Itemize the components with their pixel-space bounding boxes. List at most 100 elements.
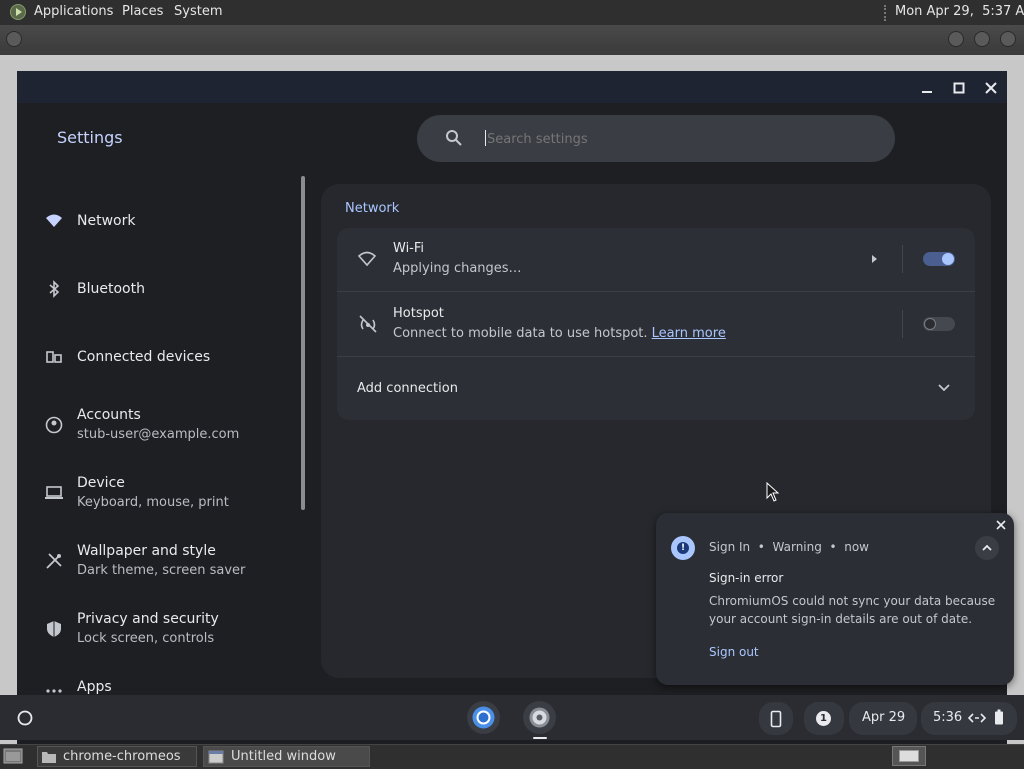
menu-places[interactable]: Places bbox=[122, 4, 163, 19]
taskbar-item-label: Untitled window bbox=[231, 749, 336, 764]
notification-collapse-button[interactable] bbox=[975, 536, 999, 560]
top-panel: Applications Places System Mon Apr 29, 5… bbox=[0, 0, 1024, 25]
page-title: Settings bbox=[57, 128, 123, 147]
add-connection-label: Add connection bbox=[357, 381, 458, 396]
bullet-separator: • bbox=[825, 540, 841, 554]
sidebar-item-apps[interactable]: Apps bbox=[35, 676, 295, 694]
hotspot-row[interactable] bbox=[337, 292, 897, 355]
sidebar-item-sublabel: Lock screen, controls bbox=[77, 631, 215, 646]
notification-close-icon[interactable] bbox=[995, 519, 1007, 531]
panel-separator bbox=[884, 5, 890, 21]
phone-hub-button[interactable] bbox=[759, 702, 793, 735]
sidebar-item-label: Accounts bbox=[77, 407, 141, 423]
sidebar-item-label: Network bbox=[77, 213, 136, 229]
sidebar-item-connected-devices[interactable]: Connected devices bbox=[35, 342, 295, 372]
hotspot-toggle[interactable] bbox=[923, 317, 955, 331]
notification-count-badge: 1 bbox=[816, 711, 831, 726]
learn-more-link[interactable]: Learn more bbox=[652, 326, 726, 341]
sidebar-item-wallpaper[interactable]: Wallpaper and style Dark theme, screen s… bbox=[35, 540, 295, 584]
chevron-down-icon[interactable] bbox=[937, 383, 951, 393]
distro-logo-icon[interactable] bbox=[10, 4, 26, 20]
apps-icon bbox=[46, 689, 62, 693]
notification-body: ChromiumOS could not sync your data beca… bbox=[709, 594, 996, 626]
hotspot-status-text: Connect to mobile data to use hotspot. bbox=[393, 326, 648, 341]
minimize-icon bbox=[922, 91, 932, 93]
sidebar-item-label: Device bbox=[77, 475, 125, 491]
sidebar-item-sublabel: Keyboard, mouse, print bbox=[77, 495, 229, 510]
hotspot-off-icon bbox=[359, 315, 377, 333]
notification-time: now bbox=[844, 540, 869, 554]
wifi-icon bbox=[357, 251, 377, 267]
network-code-icon bbox=[967, 713, 987, 723]
sidebar-item-accounts[interactable]: Accounts stub-user@example.com bbox=[35, 404, 295, 448]
shield-icon bbox=[47, 621, 61, 637]
connected-devices-icon bbox=[46, 351, 62, 363]
sign-out-button[interactable]: Sign out bbox=[709, 645, 759, 659]
menu-applications[interactable]: Applications bbox=[34, 4, 113, 19]
row-separator bbox=[902, 310, 903, 338]
hotspot-title: Hotspot bbox=[393, 306, 444, 321]
chrome-icon bbox=[472, 706, 495, 729]
row-separator bbox=[902, 245, 903, 273]
folder-icon bbox=[42, 752, 56, 763]
warning-icon: ! bbox=[671, 536, 695, 560]
minimize-icon[interactable] bbox=[948, 31, 964, 47]
sidebar-item-bluetooth[interactable]: Bluetooth bbox=[35, 274, 295, 304]
wifi-icon bbox=[46, 214, 62, 227]
panel-clock[interactable]: Mon Apr 29, 5:37 AM bbox=[895, 4, 1024, 19]
notification-counter-button[interactable]: 1 bbox=[804, 702, 844, 735]
notification-source: Sign In bbox=[709, 540, 751, 554]
window-icon bbox=[208, 750, 224, 764]
wifi-status: Applying changes… bbox=[393, 261, 522, 276]
battery-icon bbox=[995, 709, 1003, 725]
menu-system[interactable]: System bbox=[174, 4, 222, 19]
sidebar-item-label: Privacy and security bbox=[77, 611, 219, 627]
close-icon[interactable] bbox=[1000, 31, 1016, 47]
search-input[interactable] bbox=[485, 127, 869, 151]
wifi-toggle[interactable] bbox=[923, 252, 955, 266]
maximize-icon bbox=[953, 82, 965, 94]
settings-app-button[interactable] bbox=[523, 701, 556, 734]
active-app-indicator bbox=[533, 737, 547, 739]
section-title: Network bbox=[345, 201, 400, 216]
sidebar-item-network[interactable]: Network bbox=[35, 206, 295, 236]
account-icon bbox=[45, 416, 63, 434]
taskbar-item-chrome-chromeos[interactable]: chrome-chromeos bbox=[37, 746, 197, 767]
taskbar-item-untitled-window[interactable]: Untitled window bbox=[203, 746, 370, 767]
phone-icon bbox=[770, 710, 782, 728]
date-label: Apr 29 bbox=[862, 710, 906, 725]
mouse-cursor-icon bbox=[766, 482, 780, 502]
launcher-icon[interactable] bbox=[10, 703, 40, 733]
close-icon bbox=[985, 82, 997, 94]
wifi-row[interactable] bbox=[337, 228, 897, 291]
notification-header: Sign In • Warning • now bbox=[709, 540, 869, 554]
sidebar-item-sublabel: Dark theme, screen saver bbox=[77, 563, 246, 578]
workspace-thumbnail bbox=[899, 750, 919, 762]
window-menu-icon[interactable] bbox=[6, 31, 22, 47]
taskbar-item-label: chrome-chromeos bbox=[63, 749, 181, 764]
outer-window-titlebar[interactable] bbox=[0, 25, 1024, 55]
workspace-switcher[interactable] bbox=[892, 746, 926, 766]
bullet-separator: • bbox=[753, 540, 769, 554]
gear-icon bbox=[529, 707, 550, 728]
chevron-up-icon bbox=[982, 544, 992, 551]
minimize-window-button[interactable] bbox=[919, 80, 935, 96]
notification-severity: Warning bbox=[772, 540, 822, 554]
bluetooth-icon bbox=[49, 280, 60, 298]
sidebar-scrollbar[interactable] bbox=[301, 176, 305, 510]
sidebar-item-privacy[interactable]: Privacy and security Lock screen, contro… bbox=[35, 608, 295, 652]
chevron-right-icon[interactable] bbox=[869, 253, 879, 265]
maximize-window-button[interactable] bbox=[951, 80, 967, 96]
laptop-icon bbox=[45, 486, 63, 499]
maximize-icon[interactable] bbox=[974, 31, 990, 47]
chrome-app-button[interactable] bbox=[467, 701, 500, 734]
sidebar-item-device[interactable]: Device Keyboard, mouse, print bbox=[35, 472, 295, 516]
hotspot-status: Connect to mobile data to use hotspot. L… bbox=[393, 326, 726, 341]
settings-window-titlebar[interactable] bbox=[17, 71, 1007, 103]
text-caret bbox=[485, 130, 486, 146]
time-label: 5:36 bbox=[933, 710, 963, 725]
close-window-button[interactable] bbox=[983, 80, 999, 96]
sidebar-item-sublabel: stub-user@example.com bbox=[77, 427, 240, 442]
show-desktop-icon[interactable] bbox=[3, 747, 23, 765]
search-icon bbox=[446, 130, 462, 146]
